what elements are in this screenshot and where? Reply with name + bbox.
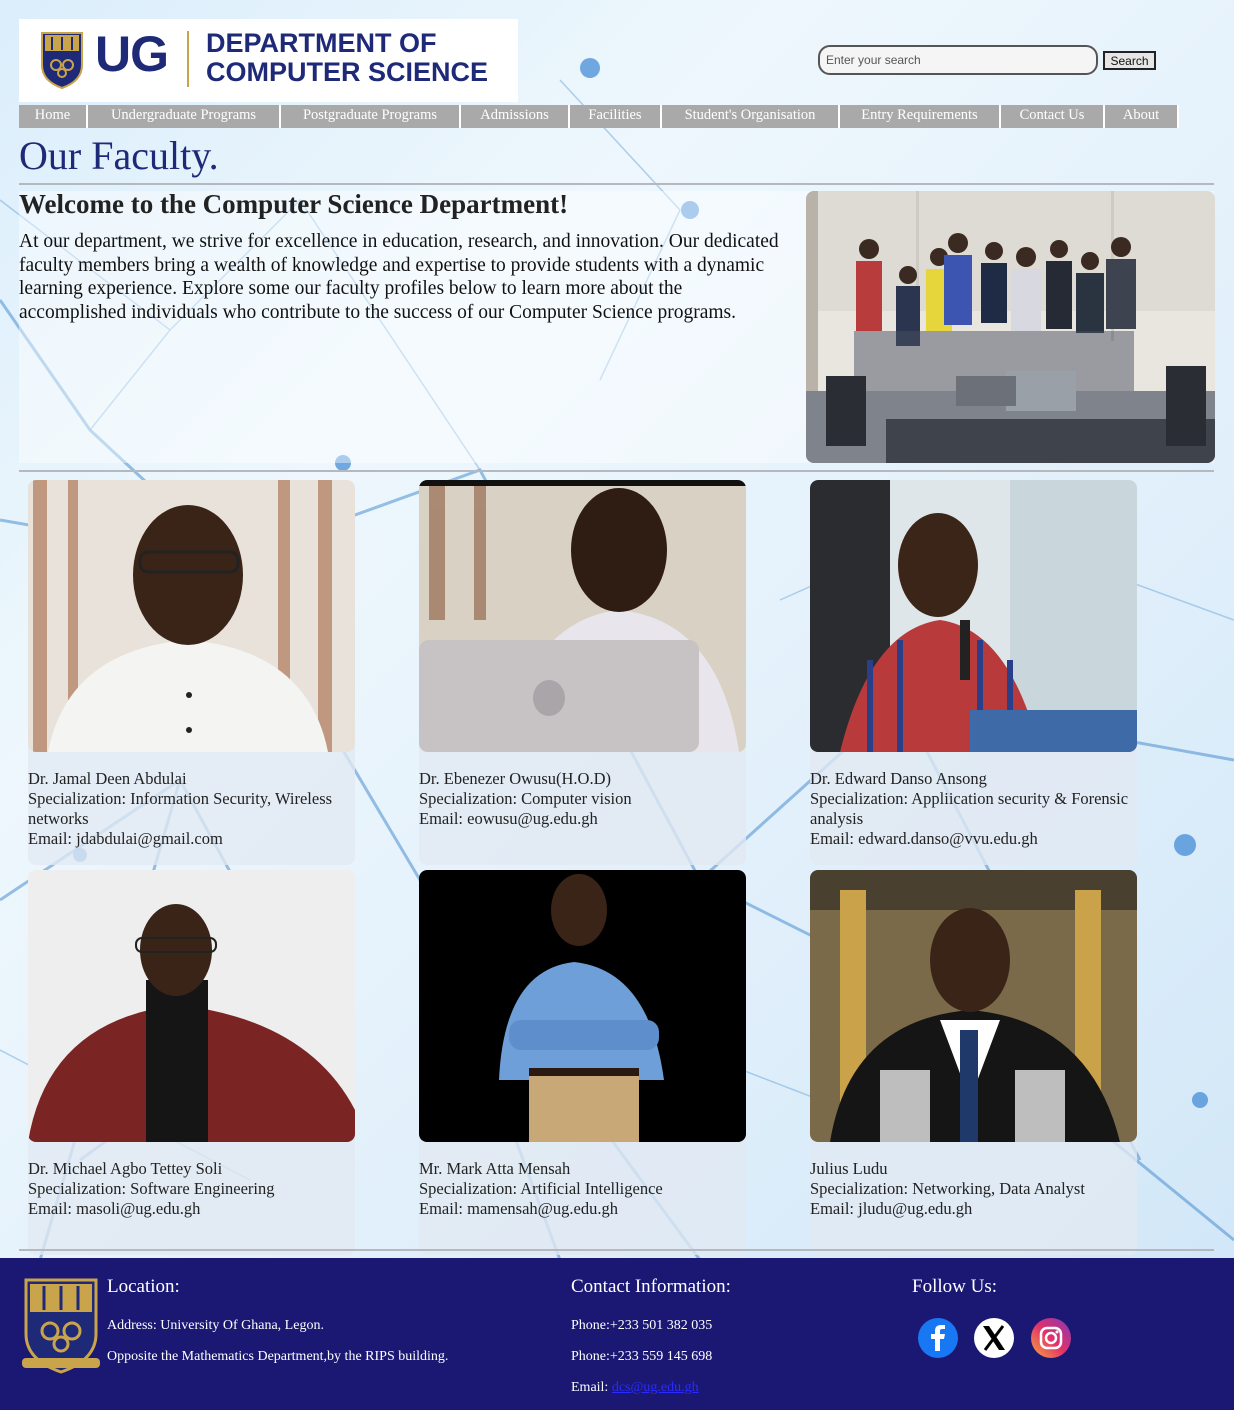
faculty-card[interactable]: Dr. Ebenezer Owusu(H.O.D) Specialization… xyxy=(419,480,746,865)
faculty-email: Email: jdabdulai@gmail.com xyxy=(28,829,223,848)
faculty-info: Mr. Mark Atta Mensah Specialization: Art… xyxy=(419,1159,746,1219)
footer-address-2: Opposite the Mathematics Department,by t… xyxy=(107,1349,449,1364)
faculty-email: Email: edward.danso@vvu.edu.gh xyxy=(810,829,1038,848)
welcome-text: At our department, we strive for excelle… xyxy=(19,231,779,324)
logo-line-2: COMPUTER SCIENCE xyxy=(206,57,489,87)
faculty-photo xyxy=(419,480,746,752)
facebook-icon[interactable] xyxy=(918,1318,958,1358)
footer-email-label: Email: xyxy=(571,1380,609,1395)
faculty-specialization: Specialization: Artificial Intelligence xyxy=(419,1179,663,1198)
faculty-info: Dr. Ebenezer Owusu(H.O.D) Specialization… xyxy=(419,769,746,829)
nav-item-home[interactable]: Home xyxy=(19,105,88,128)
nav-item-postgraduate-programs[interactable]: Postgraduate Programs xyxy=(281,105,461,128)
faculty-name: Julius Ludu xyxy=(810,1159,888,1178)
faculty-name: Dr. Jamal Deen Abdulai xyxy=(28,769,187,788)
divider xyxy=(19,183,1214,185)
faculty-card[interactable]: Dr. Michael Agbo Tettey Soli Specializat… xyxy=(28,870,355,1255)
welcome-title: Welcome to the Computer Science Departme… xyxy=(19,189,569,219)
nav-item-about[interactable]: About xyxy=(1105,105,1179,128)
faculty-photo xyxy=(28,480,355,752)
page-title: Our Faculty. xyxy=(19,133,219,178)
faculty-photo xyxy=(419,870,746,1142)
faculty-specialization: Specialization: Software Engineering xyxy=(28,1179,275,1198)
faculty-specialization: Specialization: Information Security, Wi… xyxy=(28,789,333,828)
nav-item-contact-us[interactable]: Contact Us xyxy=(1001,105,1105,128)
logo-department-text: DEPARTMENT OF COMPUTER SCIENCE xyxy=(206,29,488,87)
faculty-email: Email: eowusu@ug.edu.gh xyxy=(419,809,598,828)
footer-email: Email: dcs@ug.edu.gh xyxy=(571,1380,699,1396)
divider xyxy=(19,1249,1214,1251)
faculty-info: Dr. Jamal Deen Abdulai Specialization: I… xyxy=(28,769,355,849)
faculty-specialization: Specialization: Computer vision xyxy=(419,789,632,808)
nav-item-admissions[interactable]: Admissions xyxy=(461,105,570,128)
site-logo[interactable]: UG DEPARTMENT OF COMPUTER SCIENCE xyxy=(19,19,518,102)
faculty-card[interactable]: Mr. Mark Atta Mensah Specialization: Art… xyxy=(419,870,746,1255)
faculty-photo xyxy=(810,870,1137,1142)
faculty-photo xyxy=(28,870,355,1142)
faculty-photo xyxy=(810,480,1137,752)
nav-item-entry-requirements[interactable]: Entry Requirements xyxy=(840,105,1001,128)
divider xyxy=(19,470,1214,472)
faculty-card[interactable]: Julius Ludu Specialization: Networking, … xyxy=(810,870,1137,1255)
faculty-email: Email: masoli@ug.edu.gh xyxy=(28,1199,201,1218)
faculty-name: Dr. Ebenezer Owusu(H.O.D) xyxy=(419,769,611,788)
faculty-name: Dr. Michael Agbo Tettey Soli xyxy=(28,1159,223,1178)
instagram-icon[interactable] xyxy=(1031,1318,1071,1358)
search-button[interactable]: Search xyxy=(1103,51,1156,70)
search-input[interactable] xyxy=(818,45,1098,75)
ug-crest-icon xyxy=(22,1278,100,1374)
faculty-card[interactable]: Dr. Edward Danso Ansong Specialization: … xyxy=(810,480,1137,865)
footer-email-link[interactable]: dcs@ug.edu.gh xyxy=(612,1380,699,1395)
faculty-email: Email: jludu@ug.edu.gh xyxy=(810,1199,973,1218)
faculty-card[interactable]: Dr. Jamal Deen Abdulai Specialization: I… xyxy=(28,480,355,865)
ug-crest-icon xyxy=(41,32,83,89)
x-twitter-icon[interactable] xyxy=(974,1318,1014,1358)
nav-item-facilities[interactable]: Facilities xyxy=(570,105,662,128)
faculty-info: Dr. Edward Danso Ansong Specialization: … xyxy=(810,769,1137,849)
logo-line-1: DEPARTMENT OF xyxy=(206,28,437,58)
faculty-specialization: Specialization: Appliication security & … xyxy=(810,789,1129,828)
nav-item-student-s-organisation[interactable]: Student's Organisation xyxy=(662,105,840,128)
logo-divider xyxy=(187,31,189,87)
footer-phone-1: Phone:+233 501 382 035 xyxy=(571,1318,713,1333)
faculty-email: Email: mamensah@ug.edu.gh xyxy=(419,1199,618,1218)
footer-location-title: Location: xyxy=(107,1276,180,1297)
footer-follow-title: Follow Us: xyxy=(912,1276,997,1297)
faculty-name: Mr. Mark Atta Mensah xyxy=(419,1159,571,1178)
group-photo xyxy=(806,191,1215,463)
footer-contact-title: Contact Information: xyxy=(571,1276,731,1297)
logo-ug-text: UG xyxy=(95,26,169,82)
footer-address: Address: University Of Ghana, Legon. xyxy=(107,1318,324,1333)
faculty-info: Julius Ludu Specialization: Networking, … xyxy=(810,1159,1137,1219)
faculty-info: Dr. Michael Agbo Tettey Soli Specializat… xyxy=(28,1159,355,1219)
footer-phone-2: Phone:+233 559 145 698 xyxy=(571,1349,713,1364)
nav-item-undergraduate-programs[interactable]: Undergraduate Programs xyxy=(88,105,281,128)
faculty-specialization: Specialization: Networking, Data Analyst xyxy=(810,1179,1085,1198)
main-nav: Home Undergraduate Programs Postgraduate P… xyxy=(19,105,1179,128)
faculty-name: Dr. Edward Danso Ansong xyxy=(810,769,987,788)
